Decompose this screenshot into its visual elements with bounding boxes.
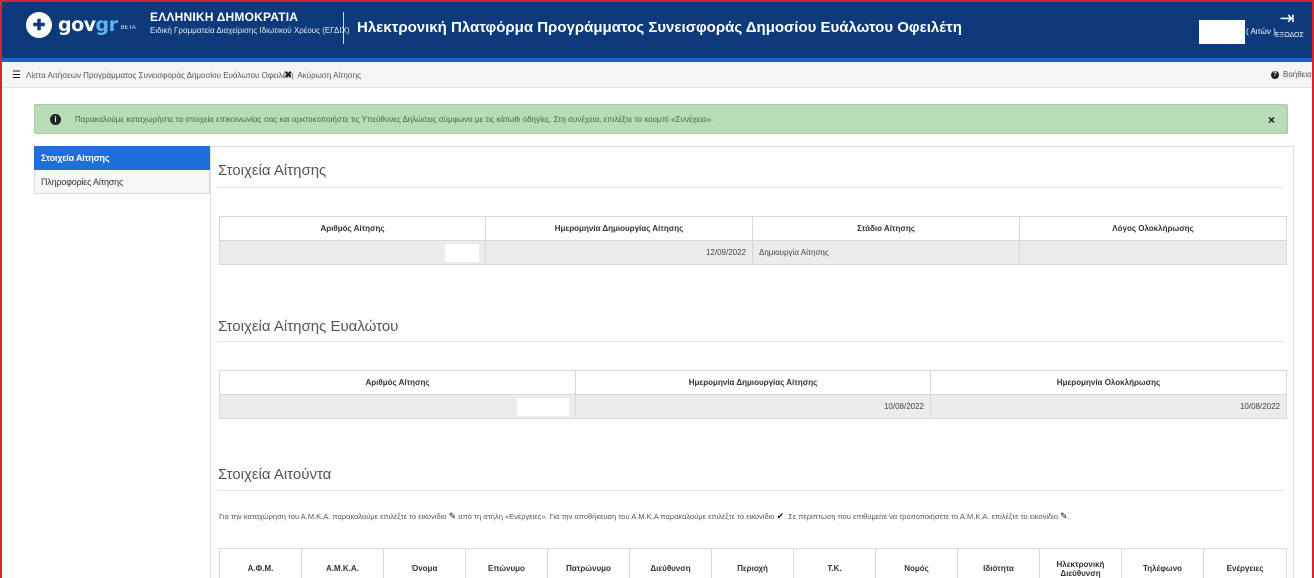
beta-badge: BETA [120,25,136,31]
gov-subtitle: Ειδική Γραμματεία Διαχείρισης Ιδιωτικού … [150,26,350,35]
table-header-row: Α.Φ.Μ. Α.Μ.Κ.Α. Όνομα Επώνυμο Πατρώνυμο … [219,548,1287,578]
col-header: Αριθμός Αίτησης [219,370,576,395]
col-header: Ιδιότητα [957,548,1040,578]
creation-date-cell: 10/08/2022 [575,394,931,419]
col-header: Α.Φ.Μ. [219,548,302,578]
stage-cell: Δημιουργία Αίτησης [752,240,1020,265]
redacted-value [517,397,569,416]
hint-text: από τη στήλη «Ενέργειες». Για την αποθήκ… [458,512,775,521]
table-row: 10/08/2022 10/08/2022 [219,394,1287,419]
greek-emblem-icon: ✚ [26,12,52,38]
logo-text: govgr [58,14,118,36]
creation-date-cell: 12/09/2022 [485,240,753,265]
toolbar: ☰ Λίστα Αιτήσεων Προγράμματος Συνεισφορά… [2,62,1314,88]
col-header: Ενέργειες [1203,548,1287,578]
col-header: Α.Μ.Κ.Α. [301,548,384,578]
hint-text: . Σε περίπτωση που επιθυμείτε να τροποπο… [784,512,1058,521]
col-header: Λόγος Ολοκλήρωσης [1019,216,1287,241]
govgr-logo[interactable]: ✚ govgr BETA [26,12,136,38]
info-icon: i [50,114,61,125]
redacted-value [445,243,479,262]
user-name-box [1199,20,1245,44]
col-header: Τ.Κ. [793,548,876,578]
section-divider [218,187,1284,188]
col-header: Στάδιο Αίτησης [752,216,1020,241]
amka-instructions: Για την καταχώρηση του Α.Μ.Κ.Α. παρακαλο… [219,511,1070,522]
info-alert: i Παρακαλούμε καταχωρήστε τα στοιχεία επ… [34,104,1288,134]
help-menu[interactable]: ? Βοήθεια ▾ [1271,70,1314,79]
hint-text: Για την καταχώρηση του Α.Μ.Κ.Α. παρακαλο… [219,512,447,521]
section-divider [218,490,1284,491]
sidebar-item-application-details[interactable]: Στοιχεία Αίτησης [34,146,210,170]
col-header: Περιοχή [711,548,794,578]
check-icon: ✔ [776,511,785,521]
logout-label: ΕΞΟΔΟΣ [1275,32,1304,39]
pencil-icon: ✎ [1060,511,1068,521]
col-header: Νομός [875,548,958,578]
header-divider [343,12,344,44]
alert-close-button[interactable]: × [1268,113,1275,127]
logout-icon: ⇥ [1279,8,1295,28]
section-title-application: Στοιχεία Αίτησης [218,162,327,179]
question-icon: ? [1271,70,1279,79]
section-title-applicant: Στοιχεία Αιτούντα [218,466,332,483]
col-header: Διεύθυνση [629,548,712,578]
col-header: Ημερομηνία Δημιουργίας Αίτησης [575,370,931,395]
hint-text: . [1067,512,1070,521]
col-header: Επώνυμο [465,548,548,578]
logout-button[interactable]: ⇥ ΕΞΟΔΟΣ [1275,8,1304,39]
col-header: Ημερομηνία Δημιουργίας Αίτησης [485,216,753,241]
section-title-vulnerable: Στοιχεία Αίτησης Ευαλώτου [218,318,399,335]
alert-message: Παρακαλούμε καταχωρήστε τα στοιχεία επικ… [75,115,714,124]
col-header: Ημερομηνία Ολοκλήρωσης [930,370,1287,395]
application-list-link[interactable]: ☰ Λίστα Αιτήσεων Προγράμματος Συνεισφορά… [12,70,294,81]
section-divider [218,341,1284,342]
gov-title: ΕΛΛΗΝΙΚΗ ΔΗΜΟΚΡΑΤΙΑ [150,10,299,24]
vulnerable-application-table: Αριθμός Αίτησης Ημερομηνία Δημιουργίας Α… [219,370,1287,419]
cancel-application-link[interactable]: ✖ Ακύρωση Αίτησης [284,70,361,81]
help-label: Βοήθεια [1283,70,1312,79]
col-header: Πατρώνυμο [547,548,630,578]
sidebar-item-application-info[interactable]: Πληροφορίες Αίτησης [34,170,210,194]
application-list-label: Λίστα Αιτήσεων Προγράμματος Συνεισφοράς … [25,71,294,80]
table-row: 12/09/2022 Δημιουργία Αίτησης [219,240,1287,265]
sidebar: Στοιχεία Αίτησης Πληροφορίες Αίτησης [34,146,210,194]
application-number-cell [219,394,576,419]
col-header: Αριθμός Αίτησης [219,216,486,241]
col-header: Ηλεκτρονική Διεύθυνση [1039,548,1122,578]
col-header: Τηλέφωνο [1121,548,1204,578]
close-icon: ✖ [284,70,293,81]
top-header: ✚ govgr BETA ΕΛΛΗΝΙΚΗ ΔΗΜΟΚΡΑΤΙΑ Ειδική … [0,0,1314,62]
applicant-table: Α.Φ.Μ. Α.Μ.Κ.Α. Όνομα Επώνυμο Πατρώνυμο … [219,548,1287,578]
user-role: ( Αιτών ) [1246,27,1276,36]
application-table: Αριθμός Αίτησης Ημερομηνία Δημιουργίας Α… [219,216,1287,265]
platform-title: Ηλεκτρονική Πλατφόρμα Προγράμματος Συνει… [357,19,962,36]
list-icon: ☰ [12,70,21,81]
completion-reason-cell [1019,240,1287,265]
pencil-icon: ✎ [448,511,457,521]
table-header-row: Αριθμός Αίτησης Ημερομηνία Δημιουργίας Α… [219,370,1287,395]
application-number-cell [219,240,486,265]
col-header: Όνομα [383,548,466,578]
table-header-row: Αριθμός Αίτησης Ημερομηνία Δημιουργίας Α… [219,216,1287,241]
completion-date-cell: 10/08/2022 [930,394,1287,419]
cancel-application-label: Ακύρωση Αίτησης [297,71,362,80]
gov-block: ΕΛΛΗΝΙΚΗ ΔΗΜΟΚΡΑΤΙΑ Ειδική Γραμματεία Δι… [150,11,350,37]
